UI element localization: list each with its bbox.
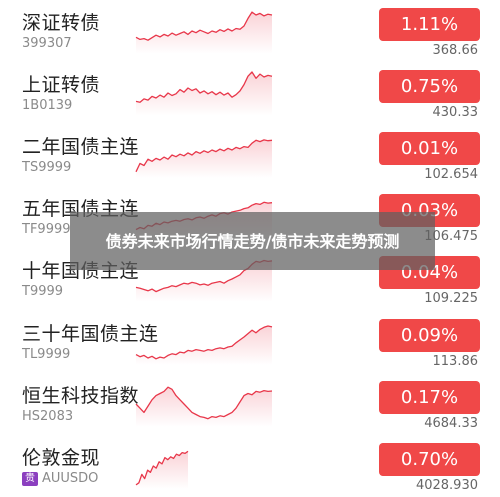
instrument-code: 1B0139: [22, 98, 73, 113]
last-price: 113.86: [432, 354, 479, 369]
sparkline-area: [136, 12, 272, 55]
change-badge: 0.01%: [379, 132, 480, 165]
instrument-code: 399307: [22, 36, 72, 51]
sparkline-area: [136, 387, 272, 427]
change-badge: 0.75%: [379, 70, 480, 103]
market-tag-badge: 贵: [22, 472, 38, 486]
sparkline: [135, 325, 273, 365]
change-badge: 0.17%: [379, 381, 480, 414]
instrument-code: HS2083: [22, 409, 74, 424]
sparkline: [135, 386, 273, 427]
last-price: 109.225: [424, 291, 478, 306]
list-item[interactable]: 伦敦金现 贵 AUUSDO 0.70% 4028.930: [0, 437, 500, 497]
change-badge: 0.70%: [379, 443, 480, 476]
last-price: 4684.33: [424, 416, 478, 431]
last-price: 4028.930: [415, 478, 478, 493]
change-badge: 0.09%: [379, 319, 480, 352]
instrument-code: T9999: [22, 284, 64, 299]
last-price: 430.33: [432, 105, 479, 120]
sparkline-area: [136, 451, 188, 489]
list-item[interactable]: 上证转债 1B0139 0.75% 430.33: [0, 64, 500, 124]
sparkline: [135, 139, 273, 178]
instrument-name: 深证转债: [22, 12, 101, 34]
last-price: 368.66: [432, 43, 479, 58]
instrument-code: TF9999: [22, 222, 71, 237]
last-price: 102.654: [424, 167, 478, 182]
instrument-code: 贵 AUUSDO: [22, 471, 98, 486]
list-item[interactable]: 二年国债主连 TS9999 0.01% 102.654: [0, 126, 500, 186]
sparkline-area: [136, 72, 272, 116]
title-overlay: 债券未来市场行情走势/债市未来走势预测: [70, 212, 435, 270]
sparkline: [135, 71, 273, 116]
change-badge: 1.11%: [379, 8, 480, 41]
instrument-name: 恒生科技指数: [22, 385, 140, 407]
instrument-name: 二年国债主连: [22, 136, 140, 158]
list-item[interactable]: 恒生科技指数 HS2083 0.17% 4684.33: [0, 375, 500, 435]
instrument-name: 伦敦金现: [22, 447, 101, 469]
list-item[interactable]: 深证转债 399307 1.11% 368.66: [0, 2, 500, 62]
overlay-title: 债券未来市场行情走势/债市未来走势预测: [105, 231, 400, 251]
instrument-name: 上证转债: [22, 74, 101, 96]
sparkline: [135, 11, 273, 55]
list-item[interactable]: 三十年国债主连 TL9999 0.09% 113.86: [0, 313, 500, 373]
instrument-code: TS9999: [22, 160, 72, 175]
instrument-code: TL9999: [22, 347, 71, 362]
